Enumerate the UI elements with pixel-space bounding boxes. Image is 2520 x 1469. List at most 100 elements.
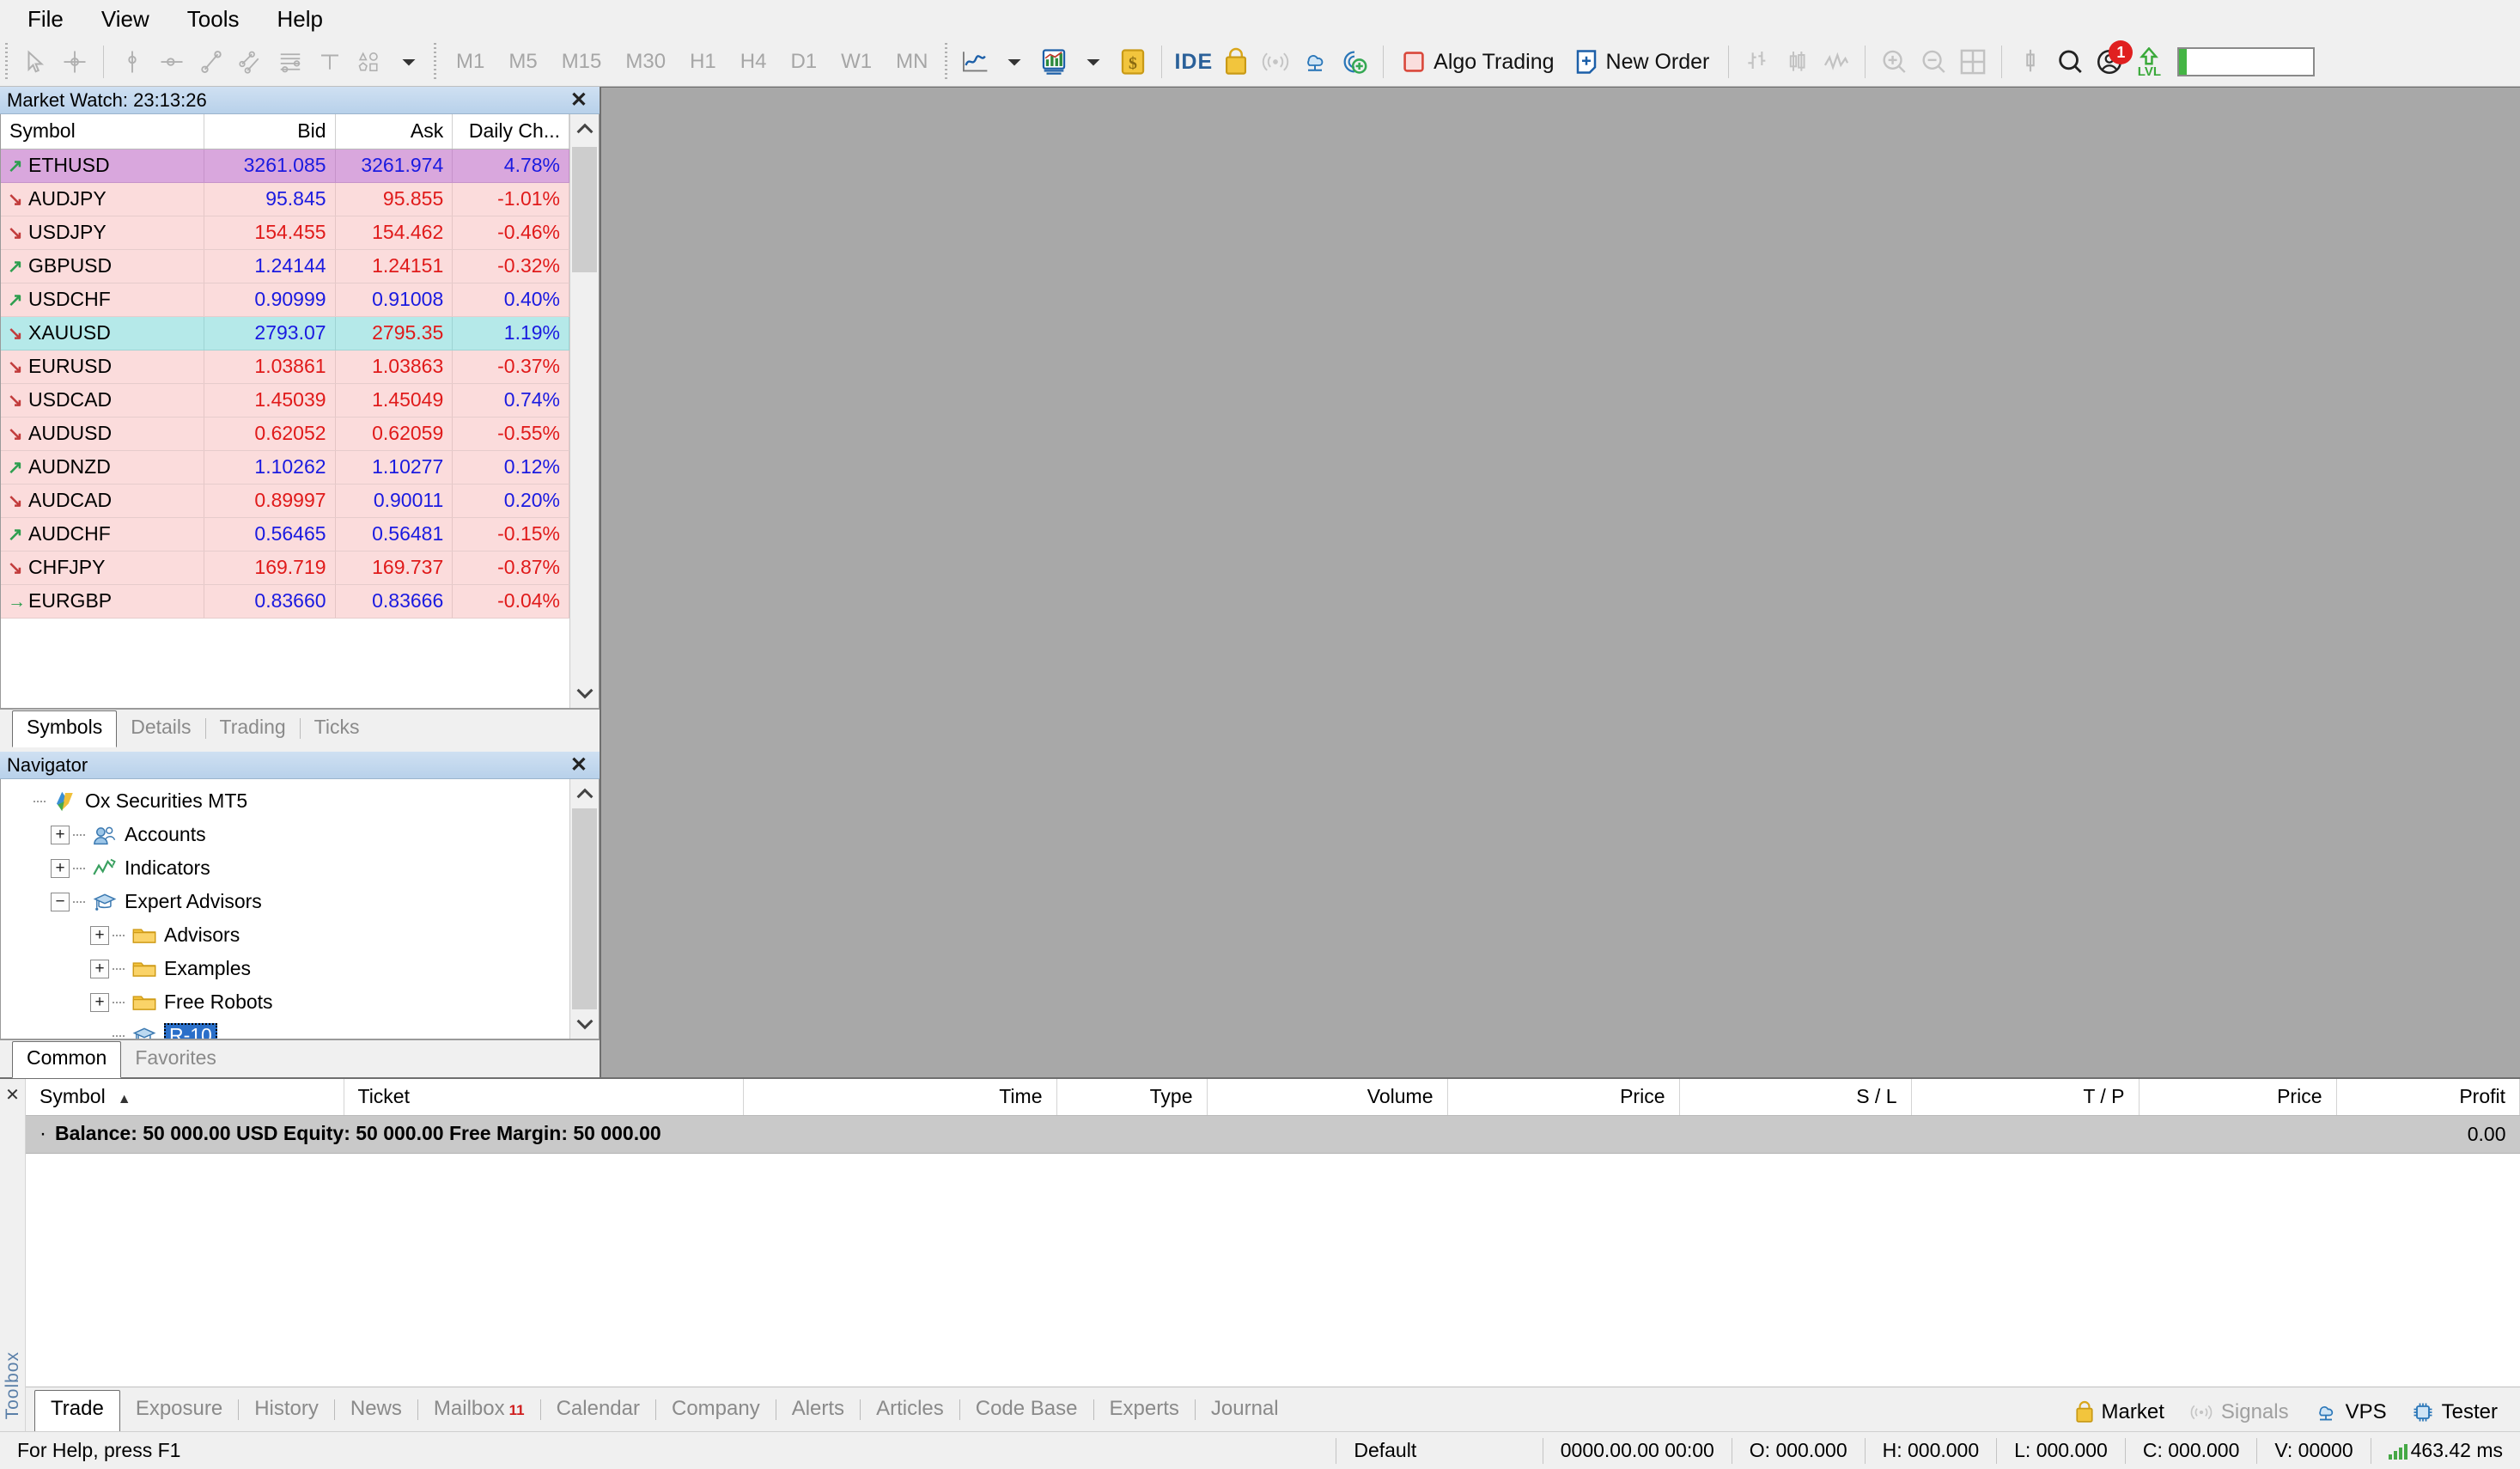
shopping-bag-icon[interactable]: [1216, 42, 1256, 82]
shapes-icon[interactable]: [350, 42, 389, 82]
timeframe-mn[interactable]: MN: [884, 42, 940, 82]
col-header-daily-change[interactable]: Daily Ch...: [452, 114, 569, 149]
scroll-track[interactable]: [570, 808, 599, 1009]
close-icon[interactable]: ✕: [563, 753, 594, 777]
expand-icon[interactable]: +: [90, 925, 109, 945]
line-chart-icon[interactable]: [955, 42, 995, 82]
cloud-vps-icon[interactable]: [1295, 42, 1335, 82]
search-icon[interactable]: [2050, 42, 2090, 82]
timeframe-m5[interactable]: M5: [496, 42, 549, 82]
toolbar-grip[interactable]: [3, 43, 12, 81]
market-watch-row[interactable]: ↘ USDJPY 154.455 154.462 -0.46%: [1, 216, 569, 250]
close-icon[interactable]: ✕: [5, 1084, 20, 1106]
market-watch-row[interactable]: ↗ AUDCHF 0.56465 0.56481 -0.15%: [1, 517, 569, 552]
toolbar-grip-charts[interactable]: [943, 43, 953, 81]
quote-indicator-box[interactable]: [2177, 47, 2316, 76]
signals-icon[interactable]: [1256, 42, 1295, 82]
data-window-icon[interactable]: [2011, 42, 2050, 82]
tab-journal[interactable]: Journal: [1196, 1391, 1294, 1431]
trendline-icon[interactable]: [192, 42, 231, 82]
col-header-volume[interactable]: Volume: [1207, 1079, 1448, 1116]
new-order-button[interactable]: New Order: [1565, 42, 1720, 82]
line-chart-dropdown-icon[interactable]: [995, 42, 1034, 82]
col-header-symbol[interactable]: Symbol ▲: [26, 1079, 344, 1116]
timeframe-h4[interactable]: H4: [728, 42, 779, 82]
scroll-down-icon[interactable]: [570, 679, 599, 708]
market-watch-scrollbar[interactable]: [569, 114, 599, 708]
toolbar-grip-timeframes[interactable]: [432, 43, 441, 81]
navigator-scrollbar[interactable]: [569, 779, 599, 1039]
timeframe-h1[interactable]: H1: [678, 42, 728, 82]
market-watch-row[interactable]: → EURGBP 0.83660 0.83666 -0.04%: [1, 584, 569, 619]
navigator-item-ox-securities-mt5[interactable]: Ox Securities MT5: [1, 784, 569, 818]
col-header-profit[interactable]: Profit: [2336, 1079, 2520, 1116]
menu-item-tools[interactable]: Tools: [168, 3, 259, 35]
signals-link[interactable]: Signals: [2178, 1400, 2299, 1424]
tab-exposure[interactable]: Exposure: [120, 1391, 238, 1431]
col-header-price-current[interactable]: Price: [2139, 1079, 2337, 1116]
col-header-sl[interactable]: S / L: [1679, 1079, 1912, 1116]
trade-empty-area[interactable]: [26, 1153, 2520, 1387]
chart-workspace-area[interactable]: [600, 87, 2520, 1077]
tab-alerts[interactable]: Alerts: [776, 1391, 860, 1431]
col-header-type[interactable]: Type: [1056, 1079, 1208, 1116]
menu-item-file[interactable]: File: [9, 3, 82, 35]
navigator-item-expert-advisors[interactable]: − Expert Advisors: [1, 885, 569, 918]
tab-details[interactable]: Details: [117, 711, 204, 747]
candles-icon[interactable]: [1777, 42, 1817, 82]
scroll-thumb[interactable]: [572, 147, 597, 272]
fibonacci-icon[interactable]: [271, 42, 310, 82]
crosshair-icon[interactable]: [55, 42, 94, 82]
tester-link[interactable]: Tester: [2401, 1400, 2508, 1424]
col-header-tp[interactable]: T / P: [1911, 1079, 2140, 1116]
scroll-down-icon[interactable]: [570, 1009, 599, 1039]
line-icon[interactable]: [1817, 42, 1856, 82]
navigator-item-accounts[interactable]: + Accounts: [1, 818, 569, 851]
market-watch-row[interactable]: ↘ AUDJPY 95.845 95.855 -1.01%: [1, 182, 569, 216]
tab-company[interactable]: Company: [656, 1391, 776, 1431]
status-connection[interactable]: 463.42 ms: [2371, 1438, 2520, 1464]
timeframe-m1[interactable]: M1: [444, 42, 496, 82]
market-watch-row[interactable]: ↘ CHFJPY 169.719 169.737 -0.87%: [1, 551, 569, 585]
ide-button[interactable]: IDE: [1171, 42, 1216, 82]
market-watch-row[interactable]: ↘ XAUUSD 2793.07 2795.35 1.19%: [1, 316, 569, 350]
close-icon[interactable]: ✕: [563, 88, 594, 113]
cursor-icon[interactable]: [15, 42, 55, 82]
market-watch-row[interactable]: ↗ USDCHF 0.90999 0.91008 0.40%: [1, 283, 569, 317]
metaquotes-id-icon[interactable]: [1335, 42, 1374, 82]
tab-common[interactable]: Common: [12, 1041, 122, 1078]
col-header-symbol[interactable]: Symbol: [1, 114, 204, 149]
equidistant-channel-icon[interactable]: [231, 42, 271, 82]
market-watch-row[interactable]: ↘ USDCAD 1.45039 1.45049 0.74%: [1, 383, 569, 418]
account-summary-row[interactable]: · Balance: 50 000.00 USD Equity: 50 000.0…: [26, 1115, 2520, 1154]
timeframe-d1[interactable]: D1: [778, 42, 829, 82]
candlestick-chart-icon[interactable]: [1034, 42, 1074, 82]
tab-code-base[interactable]: Code Base: [960, 1391, 1093, 1431]
market-watch-row[interactable]: ↘ AUDCAD 0.89997 0.90011 0.20%: [1, 484, 569, 518]
tab-trade[interactable]: Trade: [34, 1390, 120, 1432]
zoom-in-icon[interactable]: [1874, 42, 1914, 82]
lvl-up-icon[interactable]: LVL: [2129, 42, 2169, 82]
market-link[interactable]: Market: [2064, 1400, 2175, 1424]
vps-link[interactable]: VPS: [2303, 1400, 2397, 1424]
tab-trading[interactable]: Trading: [206, 711, 300, 747]
collapse-icon[interactable]: −: [51, 892, 70, 911]
tab-articles[interactable]: Articles: [861, 1391, 959, 1431]
market-watch-row[interactable]: ↘ AUDUSD 0.62052 0.62059 -0.55%: [1, 417, 569, 451]
tab-history[interactable]: History: [239, 1391, 334, 1431]
menu-item-view[interactable]: View: [82, 3, 168, 35]
tab-news[interactable]: News: [335, 1391, 417, 1431]
col-header-time[interactable]: Time: [743, 1079, 1057, 1116]
scroll-track[interactable]: [570, 143, 599, 679]
navigator-item-free-robots[interactable]: + Free Robots: [1, 985, 569, 1019]
navigator-item-advisors[interactable]: + Advisors: [1, 918, 569, 952]
tab-experts[interactable]: Experts: [1094, 1391, 1195, 1431]
navigator-item-examples[interactable]: + Examples: [1, 952, 569, 985]
col-header-ticket[interactable]: Ticket: [344, 1079, 744, 1116]
vertical-line-icon[interactable]: [113, 42, 152, 82]
status-profile[interactable]: Default: [1336, 1438, 1542, 1464]
account-icon[interactable]: 1: [2090, 40, 2133, 82]
timeframe-w1[interactable]: W1: [829, 42, 884, 82]
scroll-thumb[interactable]: [572, 808, 597, 1009]
col-header-price-open[interactable]: Price: [1447, 1079, 1680, 1116]
